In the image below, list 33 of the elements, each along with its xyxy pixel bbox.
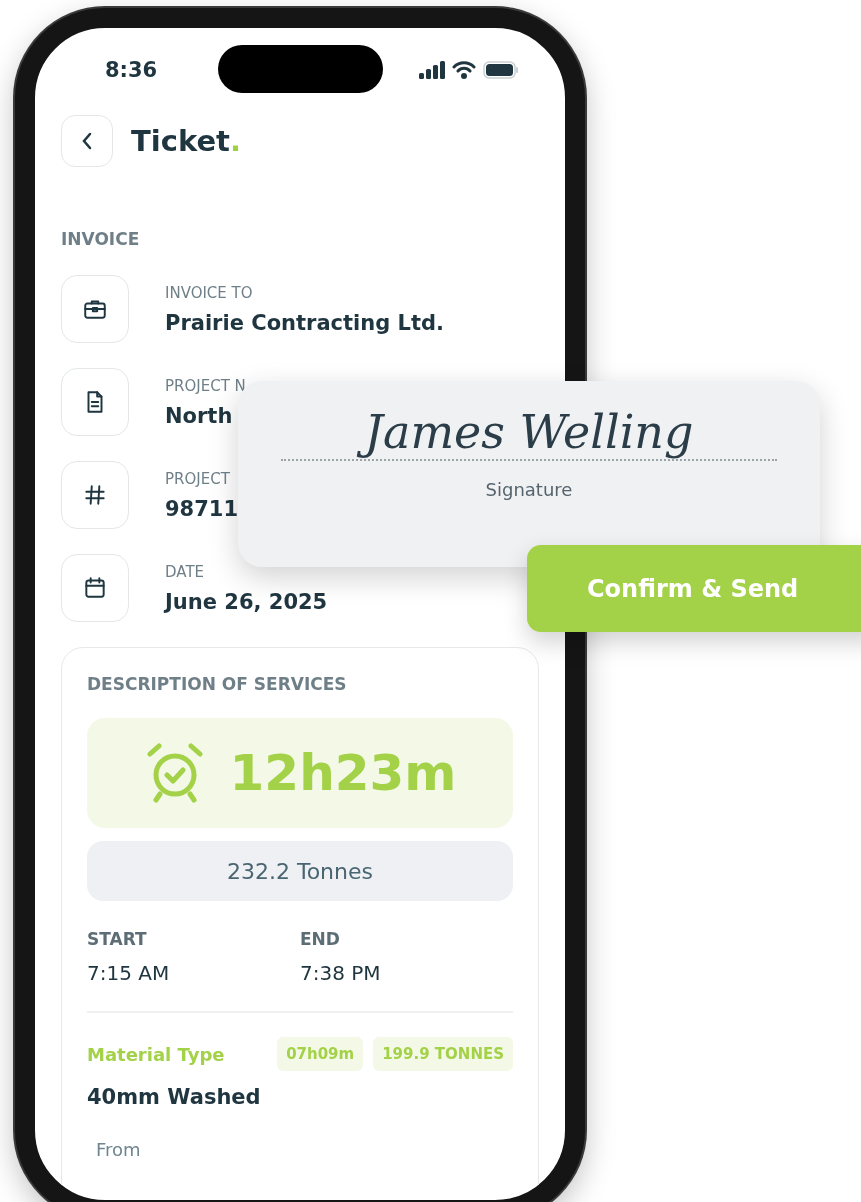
status-time: 8:36 bbox=[105, 58, 158, 82]
weight-total: 232.2 Tonnes bbox=[87, 841, 513, 901]
field-value: 98711 bbox=[165, 496, 239, 521]
field-label: DATE bbox=[165, 562, 206, 581]
page-title: Ticket. bbox=[131, 124, 241, 158]
field-label: PROJECT N bbox=[165, 376, 246, 395]
from-label: From bbox=[96, 1139, 142, 1160]
signature: James Welling bbox=[356, 401, 702, 464]
field-label: INVOICE TO bbox=[165, 283, 254, 302]
duration-value: 12h23m bbox=[229, 744, 457, 802]
section-heading: DESCRIPTION OF SERVICES bbox=[87, 674, 348, 694]
field-value: June 26, 2025 bbox=[165, 589, 328, 614]
time-value: 7:38 PM bbox=[300, 961, 382, 985]
field-value: North bbox=[165, 403, 234, 428]
chevron-left-icon bbox=[81, 132, 93, 150]
material-tag: 07h09m bbox=[277, 1037, 364, 1071]
wifi-icon bbox=[452, 61, 476, 79]
signal-icon bbox=[419, 61, 445, 79]
material-tag: 199.9 TONNES bbox=[373, 1037, 513, 1071]
time-label: START bbox=[87, 929, 148, 949]
field-label: PROJECT bbox=[165, 469, 231, 488]
back-button[interactable] bbox=[61, 115, 113, 167]
battery-icon bbox=[483, 61, 519, 79]
time-label: END bbox=[300, 929, 341, 949]
confirm-send-button[interactable]: Confirm & Send bbox=[527, 545, 861, 632]
hash-icon bbox=[82, 482, 108, 508]
time-value: 7:15 AM bbox=[87, 961, 171, 985]
material-value: 40mm Washed bbox=[87, 1085, 262, 1109]
signature-caption: Signature bbox=[485, 479, 573, 501]
field-value: Prairie Contracting Ltd. bbox=[165, 310, 444, 335]
material-label: Material Type bbox=[87, 1043, 226, 1065]
section-heading: INVOICE bbox=[61, 229, 141, 249]
calendar-icon bbox=[82, 575, 108, 601]
